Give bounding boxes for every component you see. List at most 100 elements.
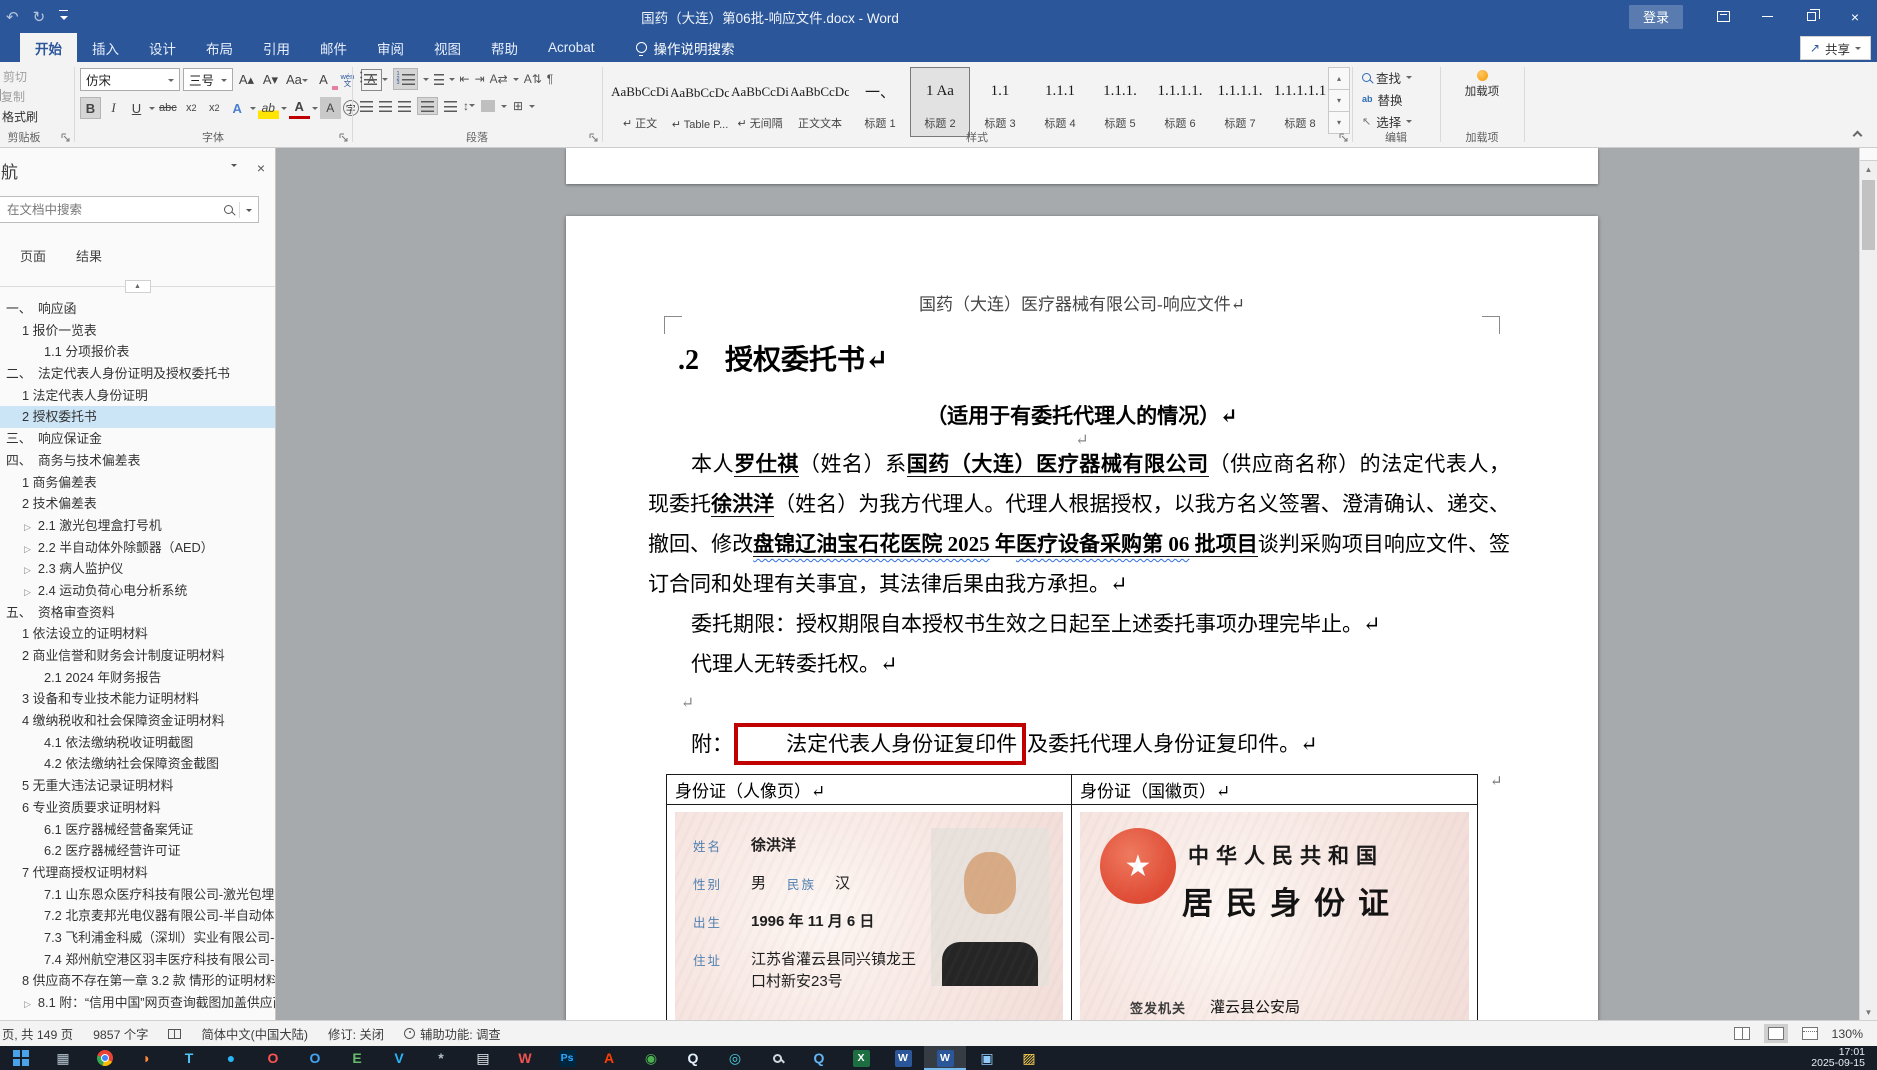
nav-item[interactable]: 6.2 医疗器械经营许可证 [0,840,275,862]
nav-item[interactable]: 2 商业信誉和财务会计制度证明材料 [0,645,275,667]
nav-item[interactable]: 1.1 分项报价表 [0,341,275,363]
style-card-标题 1[interactable]: 一、 标题 1 [850,67,910,137]
style-card-正文文本[interactable]: AaBbCcDc 正文文本 [790,67,850,137]
zoom-level[interactable]: 130% [1832,1027,1863,1041]
nav-item[interactable]: 8 供应商不存在第一章 3.2 款 情形的证明材料 [0,970,275,992]
styles-dialog-launcher-icon[interactable] [1339,133,1349,143]
text-effects-icon[interactable]: A [227,97,248,119]
nav-collapse-icon[interactable]: ▲ [124,280,151,293]
ribbon-tab-插入[interactable]: 插入 [77,33,134,62]
text-highlight-icon[interactable]: ab [257,97,279,119]
align-right-icon[interactable] [398,100,411,112]
document-page[interactable]: 国药（大连）医疗器械有限公司-响应文件↵ .2 授权委托书↵ （适用于有委托代理人… [566,216,1598,1020]
tell-me-box[interactable]: 操作说明搜索 [635,33,735,62]
word-icon[interactable]: W [882,1046,924,1070]
increase-indent-icon[interactable]: ⇥ [475,72,485,86]
opera-icon[interactable]: O [252,1046,294,1070]
numbering-icon[interactable]: 1 2 3 [393,68,418,90]
align-left-icon[interactable] [360,100,373,112]
evernote-icon[interactable]: E [336,1046,378,1070]
photoshop-icon[interactable]: Ps [546,1046,588,1070]
nav-item[interactable]: 1 依法设立的证明材料 [0,623,275,645]
excel-icon[interactable]: X [840,1046,882,1070]
paragraph-dialog-launcher-icon[interactable] [589,133,599,143]
ribbon-tab-视图[interactable]: 视图 [419,33,476,62]
acrobat-icon[interactable]: A [588,1046,630,1070]
nav-item[interactable]: 一、 响应函 [0,298,275,320]
font-color-icon[interactable]: A [288,97,310,119]
ribbon-tab-审阅[interactable]: 审阅 [362,33,419,62]
nav-item[interactable]: 7.3 飞利浦金科威（深圳）实业有限公司-病... [0,927,275,949]
ribbon-tab-引用[interactable]: 引用 [248,33,305,62]
nav-item[interactable]: 7.2 北京麦邦光电仪器有限公司-半自动体外... [0,905,275,927]
nav-item[interactable]: 2.3 病人监护仪 [0,558,275,580]
addins-button[interactable]: 加载项 [1462,70,1502,99]
nav-pane-options-icon[interactable] [230,164,237,170]
nav-item[interactable]: 2.4 运动负荷心电分析系统 [0,580,275,602]
nav-item[interactable]: 3 设备和专业技术能力证明材料 [0,688,275,710]
style-card-标题 6[interactable]: 1.1.1.1. 标题 6 [1150,67,1210,137]
clipboard-dialog-launcher-icon[interactable] [61,133,71,143]
page-count[interactable]: 页, 共 149 页 [2,1025,73,1043]
justify-icon[interactable] [417,97,438,115]
undo-icon[interactable]: ↶ [6,8,19,26]
accessibility-status[interactable]: 辅助功能: 调查 [404,1025,501,1043]
folder-icon[interactable]: ▨ [1008,1046,1050,1070]
nav-item[interactable]: 四、 商务与技术偏差表 [0,450,275,472]
tim-icon[interactable]: T [168,1046,210,1070]
nav-item[interactable]: 8.1 附：“信用中国”网页查询截图加盖供应商... [0,992,275,1014]
ribbon-tab-Acrobat[interactable]: Acrobat [533,33,610,62]
split-box[interactable] [1860,148,1877,161]
bullets-icon[interactable]: • • • [360,70,378,86]
clear-format-icon[interactable]: A [313,69,338,91]
qq-icon[interactable]: Q [672,1046,714,1070]
ribbon-tab-开始[interactable]: 开始 [20,33,77,62]
ribbon-display-options-button[interactable] [1701,0,1745,33]
nav-item[interactable]: 4.2 依法缴纳社会保障资金截图 [0,753,275,775]
strikethrough-button[interactable]: abc [157,97,179,119]
font-size-combo[interactable]: 三号 [183,68,233,91]
firefox-icon[interactable]: ◗ [126,1046,168,1070]
sign-in-button[interactable]: 登录 [1628,4,1683,29]
nav-item[interactable]: 5 无重大违法记录证明材料 [0,775,275,797]
nav-search-input[interactable] [0,202,224,217]
nav-item[interactable]: 1 报价一览表 [0,320,275,342]
task-view-icon[interactable]: ▦ [42,1046,84,1070]
nav-item[interactable]: 6.1 医疗器械经营备案凭证 [0,819,275,841]
nav-search-options-icon[interactable] [246,208,252,215]
wps-icon[interactable]: W [504,1046,546,1070]
font-dialog-launcher-icon[interactable] [339,133,349,143]
nav-item[interactable]: 7.4 郑州航空港区羽丰医疗科技有限公司-运... [0,949,275,971]
distribute-icon[interactable] [444,100,457,112]
nav-tab-结果[interactable]: 结果 [76,246,102,265]
nav-tab-页面[interactable]: 页面 [20,246,46,265]
shrink-font-icon[interactable]: A▾ [260,69,281,91]
italic-button[interactable]: I [103,97,124,119]
sort-icon[interactable]: A⇅ [524,72,542,86]
word-count[interactable]: 9857 个字 [93,1025,148,1043]
align-center-icon[interactable] [379,100,392,112]
bold-button[interactable]: B [80,97,101,119]
customize-qat-icon[interactable] [59,9,69,24]
style-scroll-up-icon[interactable]: ▴ [1328,67,1350,90]
edge-icon[interactable]: ◎ [714,1046,756,1070]
nav-item[interactable]: 7 代理商授权证明材料 [0,862,275,884]
nav-item[interactable]: 2.1 2024 年财务报告 [0,667,275,689]
replace-button[interactable]: ab 替换 [1362,88,1412,110]
nav-item[interactable]: 2.1 激光包埋盒打号机 [0,515,275,537]
doc-body[interactable]: 本人罗仕祺（姓名）系国药（大连）医疗器械有限公司（供应商名称）的法定代表人，现委… [648,444,1510,765]
cut-button[interactable]: 剪切 [0,66,40,86]
change-case-icon[interactable]: Aa [284,69,310,91]
restore-button[interactable] [1789,0,1833,33]
character-shading-icon[interactable]: A [319,97,341,119]
share-button[interactable]: ↗ 共享 [1799,36,1871,60]
style-card-无间隔[interactable]: AaBbCcDi ↵ 无间隔 [730,67,790,137]
start-button[interactable] [0,1046,42,1070]
show-marks-icon[interactable]: ¶ [547,72,553,86]
redo-icon[interactable]: ↻ [33,8,46,26]
nav-item[interactable]: 二、 法定代表人身份证明及授权委托书 [0,363,275,385]
style-card-标题 4[interactable]: 1.1.1 标题 4 [1030,67,1090,137]
qq-browser-icon[interactable]: Q [798,1046,840,1070]
nav-item[interactable]: 7.1 山东恩众医疗科技有限公司-激光包埋盒... [0,884,275,906]
minimize-button[interactable] [1745,0,1789,33]
